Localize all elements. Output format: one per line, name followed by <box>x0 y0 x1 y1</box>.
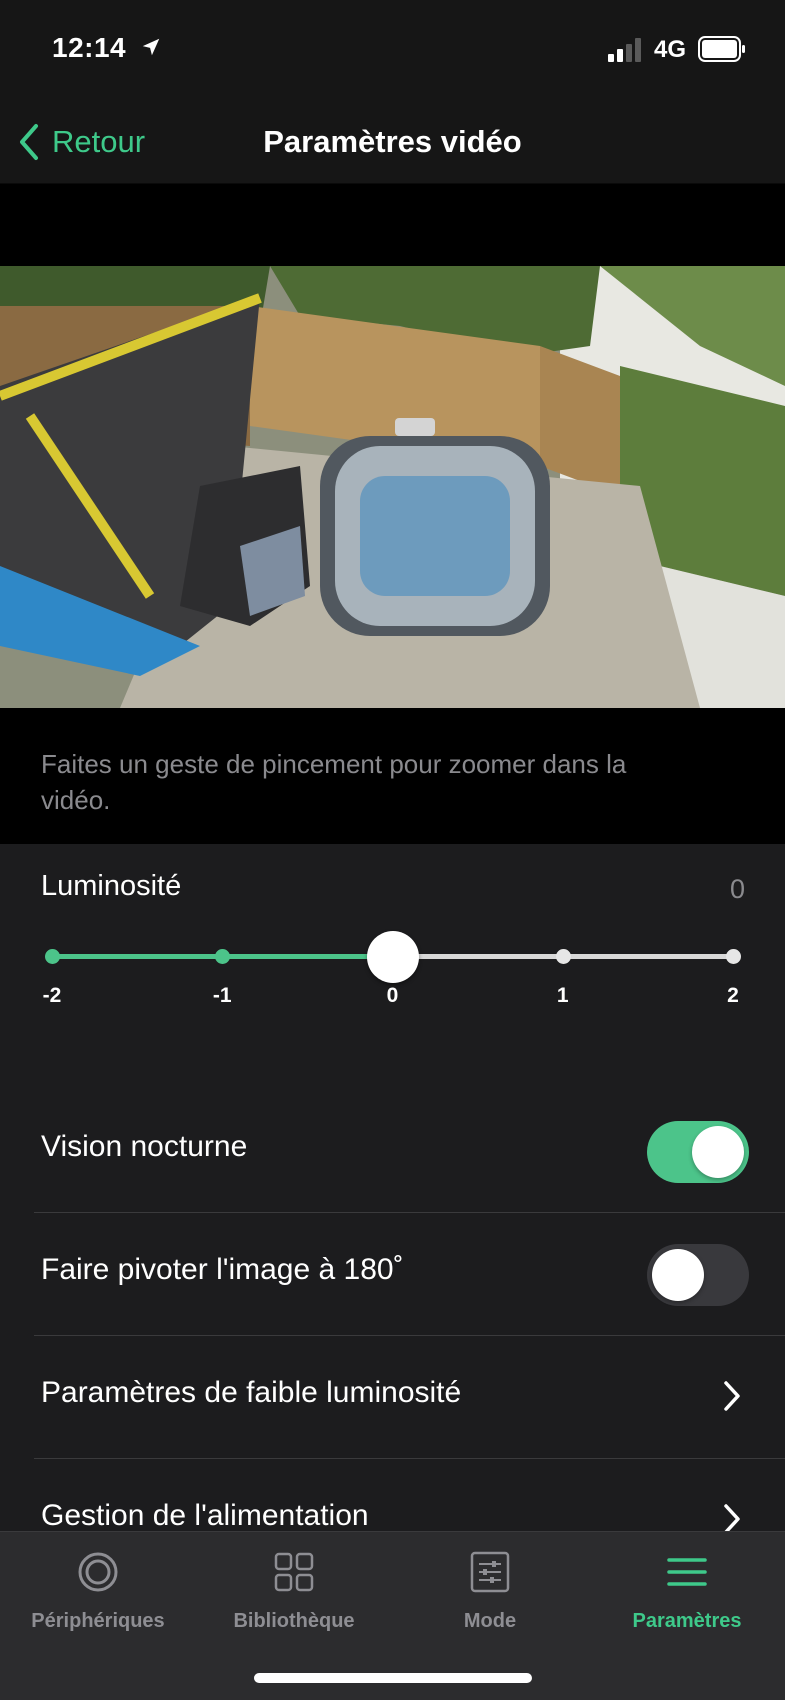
luminosity-slider[interactable] <box>45 931 741 983</box>
navigation-bar: Retour Paramètres vidéo <box>0 100 785 184</box>
slider-tick-label: 1 <box>556 984 569 1007</box>
slider-tick-label: 0 <box>386 984 399 1007</box>
tab-peripheriques[interactable]: Périphériques <box>0 1550 196 1660</box>
night-vision-toggle[interactable] <box>647 1121 749 1183</box>
rotate-image-toggle[interactable] <box>647 1244 749 1306</box>
video-frame-image <box>0 266 785 708</box>
slider-tick-label: -2 <box>42 984 62 1007</box>
slider-tick-dot <box>45 949 60 964</box>
tab-mode[interactable]: Mode <box>392 1550 588 1660</box>
slider-tick-labels: -2 -1 0 1 2 <box>43 984 739 1014</box>
rotate-image-row[interactable]: Faire pivoter l'image à 180˚ <box>0 1213 785 1336</box>
grid-icon <box>274 1552 314 1592</box>
rotate-image-label: Faire pivoter l'image à 180˚ <box>41 1253 404 1286</box>
battery-icon <box>698 36 745 62</box>
slider-tick-dot <box>726 949 741 964</box>
sliders-icon <box>470 1551 510 1593</box>
night-vision-label: Vision nocturne <box>41 1130 248 1163</box>
slider-tick-dot <box>215 949 231 964</box>
camera-video-feed[interactable] <box>0 266 785 708</box>
toggle-knob <box>652 1249 704 1301</box>
luminosity-label: Luminosité <box>41 870 182 902</box>
tab-label: Périphériques <box>31 1610 165 1632</box>
power-management-label: Gestion de l'alimentation <box>41 1499 369 1532</box>
device-ring-icon <box>78 1552 118 1592</box>
slider-thumb[interactable] <box>366 931 419 983</box>
home-indicator <box>254 1673 532 1683</box>
video-settings-screen: 12:14 4G Retour Paramètres vidéo Faites … <box>0 0 785 1700</box>
signal-bars-icon <box>608 38 641 62</box>
luminosity-value: 0 <box>729 874 745 904</box>
status-time: 12:14 <box>52 32 127 63</box>
tab-label: Mode <box>463 1610 517 1632</box>
night-vision-row[interactable]: Vision nocturne <box>0 1090 785 1213</box>
low-light-settings-row[interactable]: Paramètres de faible luminosité <box>0 1336 785 1459</box>
network-type: 4G <box>654 36 687 63</box>
slider-tick-label: 2 <box>727 984 739 1007</box>
tab-label: Bibliothèque <box>233 1610 355 1632</box>
page-title: Paramètres vidéo <box>263 124 522 159</box>
low-light-settings-label: Paramètres de faible luminosité <box>41 1376 462 1409</box>
toggle-knob <box>692 1126 744 1178</box>
status-bar: 12:14 4G <box>0 0 785 100</box>
zoom-hint-text: Faites un geste de pincement pour zoomer… <box>41 749 627 815</box>
zoom-hint-area: Faites un geste de pincement pour zoomer… <box>0 708 785 844</box>
chevron-right-icon <box>724 1381 740 1411</box>
luminosity-section: Luminosité 0 -2 -1 0 1 2 <box>0 844 785 1034</box>
tab-bibliotheque[interactable]: Bibliothèque <box>196 1550 392 1660</box>
location-arrow-icon <box>142 38 160 56</box>
menu-lines-icon <box>667 1558 707 1586</box>
tab-label: Paramètres <box>632 1610 742 1632</box>
tab-parametres[interactable]: Paramètres <box>589 1550 785 1660</box>
slider-tick-dot <box>555 949 571 964</box>
video-top-band <box>0 184 785 266</box>
slider-tick-label: -1 <box>212 984 232 1007</box>
